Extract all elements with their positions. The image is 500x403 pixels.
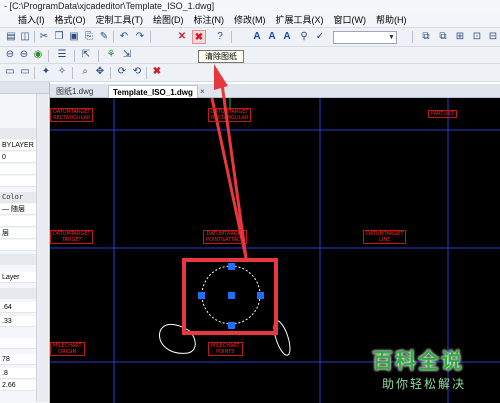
watermark-tagline: 助你轻松解决 [382, 377, 467, 391]
arrow-head-icon [214, 64, 228, 90]
watermark: 百科全说 助你轻松解决 [364, 340, 494, 396]
arrow-line [220, 83, 248, 259]
watermark-logo: 百科全说 [372, 349, 464, 373]
